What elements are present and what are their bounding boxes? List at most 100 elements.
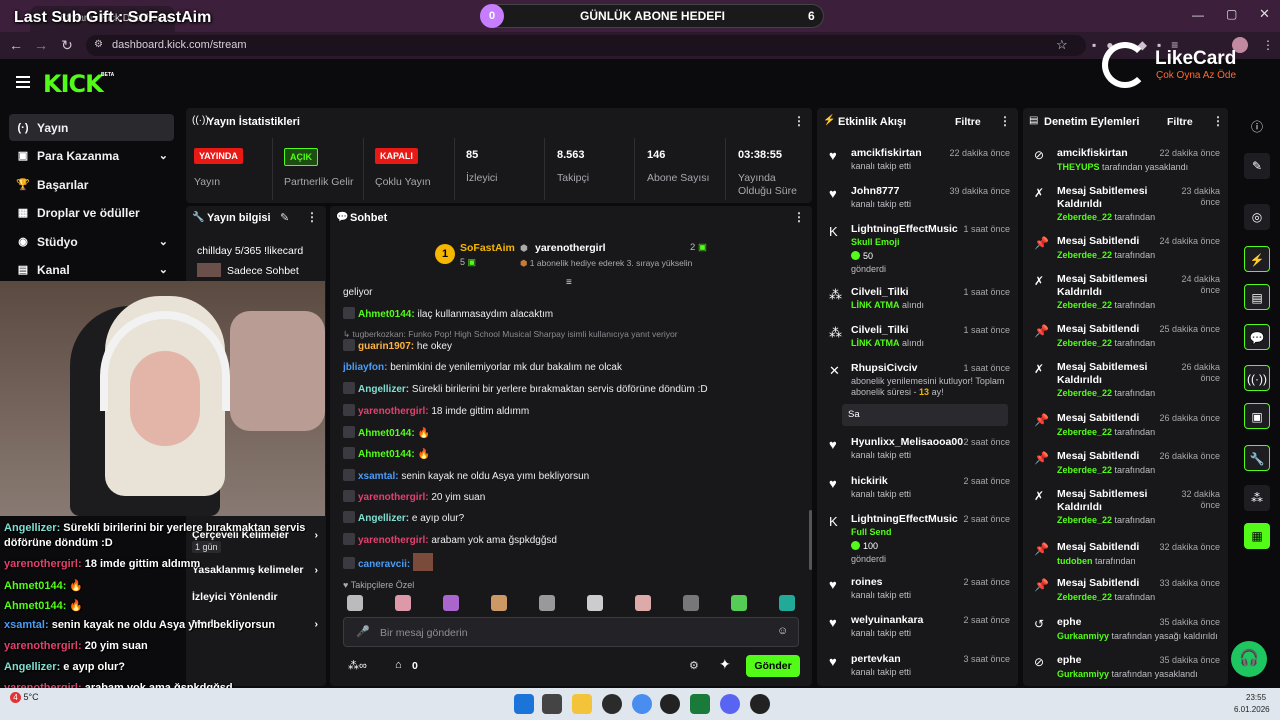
emote-thumbnail[interactable] [683,595,699,611]
send-button[interactable]: Gönder [746,655,800,677]
site-info-icon[interactable]: ⚙ [94,39,103,50]
activity-username[interactable]: RhupsiCivciv [851,362,918,374]
stream-info-link[interactable]: Yasaklanmış kelimeler › [192,564,322,576]
moderation-item[interactable]: 📌 Mesaj Sabitlendi 32 dakika önce tudoben t… [1030,541,1222,575]
chat-username[interactable]: Angellizer: [358,384,409,395]
moderation-item[interactable]: ✗ Mesaj Sabitlemesi Kaldırıldı 26 dakika ö… [1030,361,1222,398]
activity-filter-button[interactable]: Filtre [955,116,981,128]
emote-thumbnail[interactable] [779,595,795,611]
document-icon[interactable]: ▤ [1244,284,1270,310]
moderation-item[interactable]: 📌 Mesaj Sabitlendi 24 dakika önce Zeberdee_… [1030,235,1222,269]
emote-thumbnail[interactable] [539,595,555,611]
expand-leaderboard-icon[interactable]: ≡ [566,277,572,288]
forward-icon[interactable]: → [31,32,51,59]
points-icon[interactable]: ⁂∞ [348,659,367,672]
chat-username[interactable]: caneravcii: [358,559,410,570]
layout-icon[interactable]: ▣ [1244,403,1270,429]
points-rail-icon[interactable]: ⁂ [1244,485,1270,511]
moderation-item[interactable]: 📌 Mesaj Sabitlendi 33 dakika önce Zeberdee_… [1030,577,1222,611]
chat-username[interactable]: guarin1907: [358,341,414,352]
emote-thumbnail[interactable] [491,595,507,611]
window-close-button[interactable]: ✕ [1259,6,1270,22]
chat-scrollbar[interactable] [809,510,812,570]
weather-widget[interactable]: 4 5°C [10,692,39,703]
activity-item[interactable]: ♥ John8777 39 dakika önce kanalı takip etti [824,185,1012,219]
activity-username[interactable]: hickirik [851,475,888,487]
chat-tools-icon[interactable]: ✦ [719,656,731,673]
activity-username[interactable]: LightningEffectMusic [851,513,958,525]
app-g2-icon[interactable] [750,694,770,714]
discord-icon[interactable] [720,694,740,714]
chat-username[interactable]: yarenothergirl: [358,535,429,546]
emote-thumbnail[interactable] [395,595,411,611]
activity-username[interactable]: LightningEffectMusic [851,223,958,235]
activity-item[interactable]: ♥ hickirik 2 saat önce kanalı takip etti [824,475,1012,509]
chat-username[interactable]: Ahmet0144: [358,309,415,320]
obs-icon[interactable] [602,694,622,714]
chrome-icon[interactable] [632,694,652,714]
camera-icon[interactable]: ◎ [1244,204,1270,230]
chat-username[interactable]: Ahmet0144: [358,428,415,439]
window-minimize-button[interactable]: — [1192,8,1204,22]
activity-item[interactable]: ♥ roines 2 saat önce kanalı takip etti [824,576,1012,610]
chat-username[interactable]: xsamtal: [358,471,399,482]
emote-thumbnail[interactable] [587,595,603,611]
moderation-item[interactable]: ↺ ephe 35 dakika önce Gurkanmiyy tarafından… [1030,616,1222,650]
activity-item[interactable]: ⁂ Cilveli_Tilki 1 saat önce LİNK ATMA alınd… [824,286,1012,320]
activity-username[interactable]: roines [851,576,883,588]
activity-username[interactable]: Cilveli_Tilki [851,286,909,298]
activity-username[interactable]: pertevkan [851,653,901,665]
chat-username[interactable]: yarenothergirl: [358,492,429,503]
pencil-icon[interactable]: ✎ [1244,153,1270,179]
lightning-rail-icon[interactable]: ⚡ [1244,246,1270,272]
microphone-icon[interactable]: 🎤 [356,625,370,638]
activity-username[interactable]: John8777 [851,185,899,197]
stats-more-icon[interactable]: ⋮ [793,114,805,128]
chat-username[interactable]: Angellizer: [358,513,409,524]
moderation-filter-button[interactable]: Filtre [1167,116,1193,128]
store-icon[interactable]: ⌂ [395,659,402,671]
sidebar-item-para-kazanma[interactable]: ▣ Para Kazanma ⌄ [9,142,174,169]
sidebar-item-yayin[interactable]: (·) Yayın [9,114,174,141]
moderation-item[interactable]: ⊘ ephe 35 dakika önce Gurkanmiyy tarafından… [1030,654,1222,688]
activity-username[interactable]: welyuinankara [851,614,923,626]
activity-username[interactable]: Cilveli_Tilki [851,324,909,336]
support-chat-button[interactable]: 🎧 [1231,641,1267,677]
activity-item[interactable]: ✕ RhupsiCivciv 1 saat önce abonelik yenilem… [824,362,1012,426]
stream-info-link[interactable]: İzleyici Yönlendir [192,591,322,603]
sidebar-item-basarilar[interactable]: 🏆 Başarılar [9,171,174,198]
moderation-item[interactable]: 📌 Mesaj Sabitlendi 26 dakika önce Zeberdee_… [1030,450,1222,484]
chat-username[interactable]: yarenothergirl: [358,406,429,417]
stream-info-more-icon[interactable]: ⋮ [306,210,318,224]
moderation-item[interactable]: ✗ Mesaj Sabitlemesi Kaldırıldı 24 dakika ö… [1030,273,1222,310]
sidebar-item-kanal[interactable]: ▤ Kanal ⌄ [9,256,174,283]
moderation-more-icon[interactable]: ⋮ [1212,114,1224,128]
second-gifter-name[interactable]: yarenothergirl [535,242,606,254]
moderation-item[interactable]: ⊘ amcikfiskirtan 22 dakika önce THEYUPS tar… [1030,147,1222,181]
task-view-icon[interactable] [542,694,562,714]
activity-item[interactable]: ⁂ Cilveli_Tilki 1 saat önce LİNK ATMA alınd… [824,324,1012,358]
moderation-item[interactable]: 📌 Mesaj Sabitlendi 25 dakika önce Zeberdee_… [1030,323,1222,357]
activity-item[interactable]: K LightningEffectMusic 2 saat önce Full Sen… [824,513,1012,564]
browser-menu-icon[interactable]: ⋮ [1262,38,1274,52]
moderation-item[interactable]: ✗ Mesaj Sabitlemesi Kaldırıldı 23 dakika ö… [1030,185,1222,222]
info-icon[interactable]: ⓘ [1244,114,1270,140]
chat-username[interactable]: jbliayfon: [343,362,387,373]
explorer-icon[interactable] [572,694,592,714]
moderation-item[interactable]: 📌 Mesaj Sabitlendi 26 dakika önce Zeberdee_… [1030,412,1222,446]
broadcast-rail-icon[interactable]: ((·)) [1244,365,1270,391]
bookmark-star-icon[interactable]: ☆ [1056,37,1068,53]
activity-item[interactable]: ♥ welyuinankara 2 saat önce kanalı takip et… [824,614,1012,648]
chat-rail-icon[interactable]: 💬 [1244,324,1270,350]
emoji-icon[interactable]: ☺ [777,625,788,637]
emote-thumbnail[interactable] [443,595,459,611]
clock-time[interactable]: 23:55 [1246,693,1266,702]
moderation-item[interactable]: ✗ Mesaj Sabitlemesi Kaldırıldı 32 dakika ö… [1030,488,1222,525]
back-icon[interactable]: ← [6,32,26,59]
wrench-rail-icon[interactable]: 🔧 [1244,445,1270,471]
add-widget-icon[interactable]: ▦ [1244,523,1270,549]
window-maximize-button[interactable]: ▢ [1226,7,1237,21]
activity-username[interactable]: amcikfiskirtan [851,147,922,159]
activity-more-icon[interactable]: ⋮ [999,114,1011,128]
start-icon[interactable] [514,694,534,714]
